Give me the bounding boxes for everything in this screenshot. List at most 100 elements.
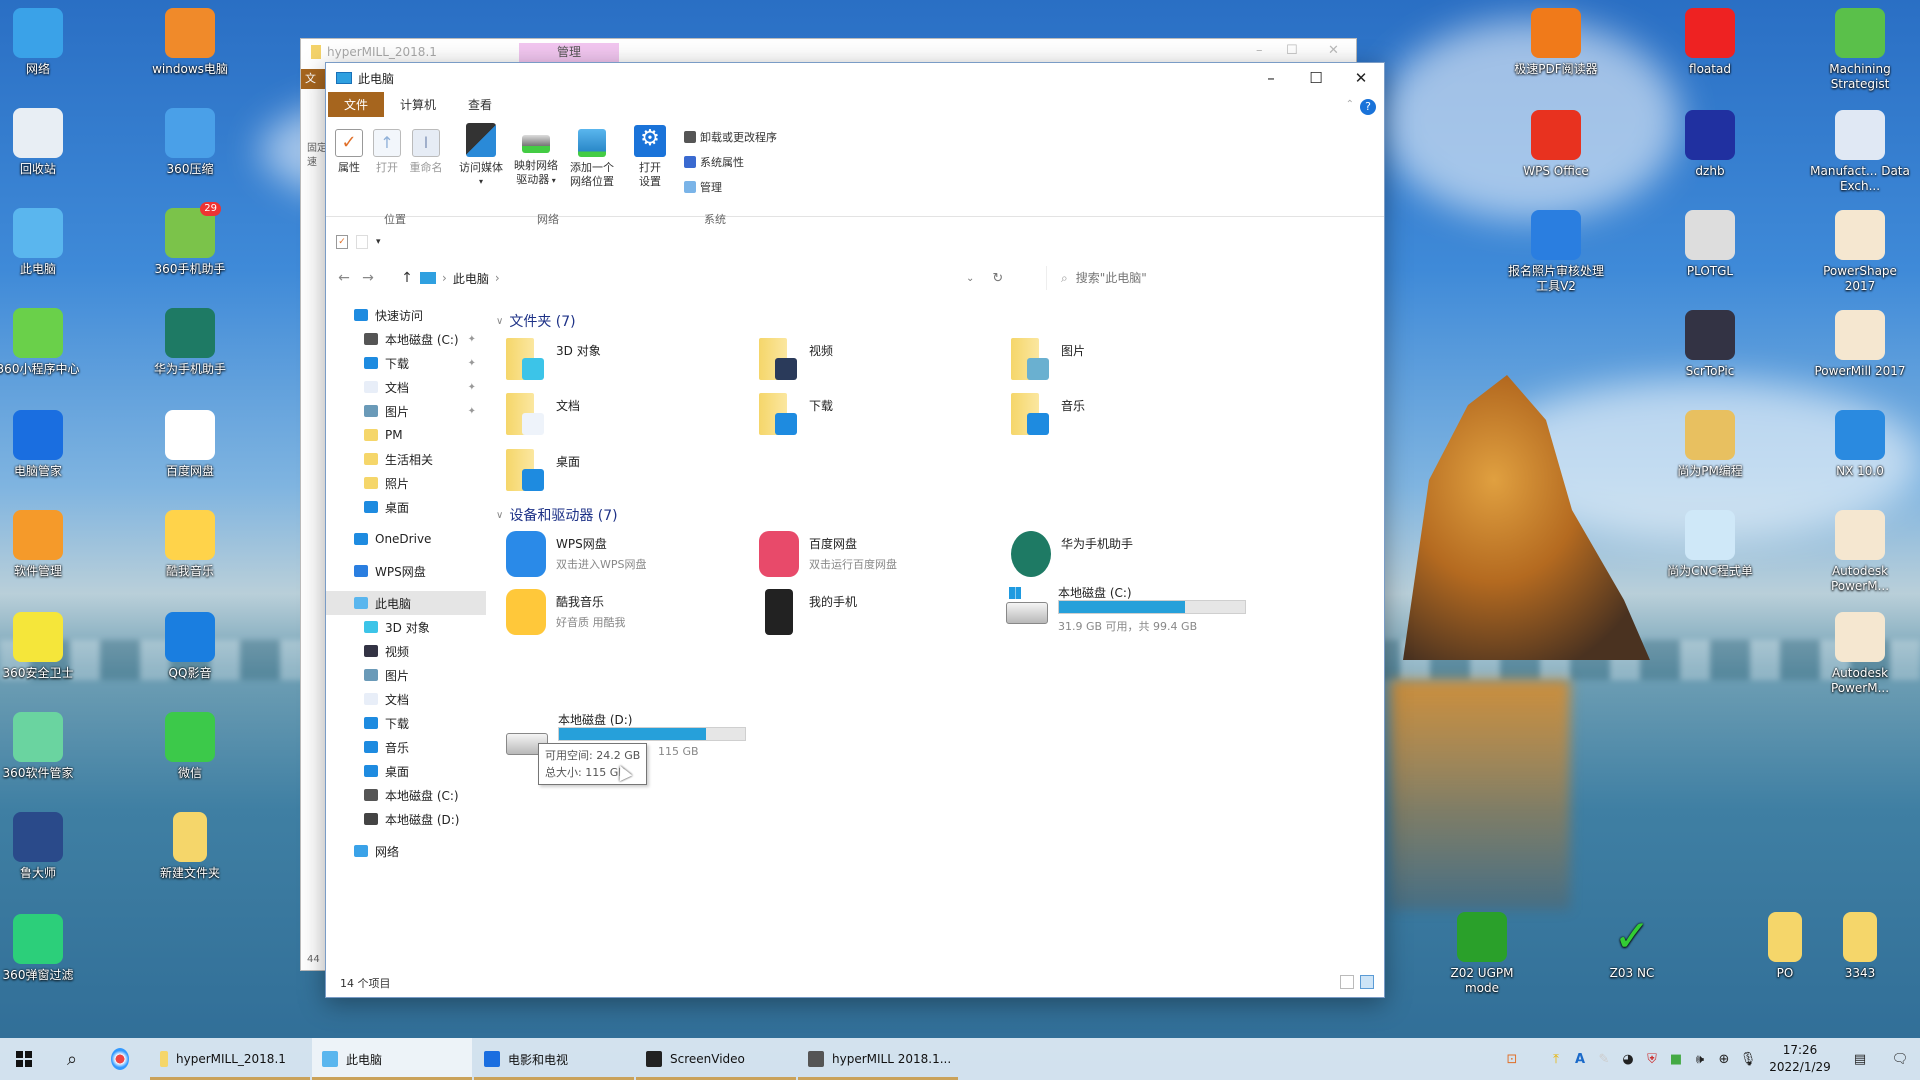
desktop-icon-right-0[interactable]: 极速PDF阅读器 [1506,8,1606,77]
device-tile[interactable]: 我的手机 [759,589,999,641]
window-titlebar[interactable]: 此电脑 – ☐ ✕ [326,63,1384,93]
desktop-icon-left-7[interactable]: 华为手机助手 [140,308,240,377]
pin-icon[interactable]: ✦ [468,382,476,393]
desktop-icon-left-12[interactable]: 360安全卫士 [0,612,88,681]
folder-tile[interactable]: 文档 [506,393,746,445]
uninstall-programs-button[interactable]: 卸载或更改程序 [684,129,777,145]
desktop-icon-left-4[interactable]: 此电脑 [0,208,88,277]
nav-pc-item[interactable]: 音乐 [326,735,486,759]
desktop-icon-right-10[interactable]: PowerMill 2017 [1810,310,1910,379]
notes-icon[interactable]: ▤ [1840,1052,1880,1067]
open-button[interactable]: ↑ 打开 [372,129,402,175]
manage-context-tab[interactable]: 管理 [519,43,619,62]
desktop-icon-right-12[interactable]: NX 10.0 [1810,410,1910,479]
desktop-icon-left-8[interactable]: 电脑管家 [0,410,88,479]
close-button[interactable]: ✕ [1346,69,1376,87]
open-settings-button[interactable]: ⚙ 打开 设置 [632,125,668,189]
nav-pc-item[interactable]: 下载 [326,711,486,735]
nav-pc-item[interactable]: 图片 [326,663,486,687]
tab-view[interactable]: 查看 [452,92,508,117]
desktop-icon-left-3[interactable]: 360压缩 [140,108,240,177]
tab-file[interactable]: 文件 [328,92,385,117]
steam-tray-icon[interactable]: ◕ [1616,1052,1640,1067]
nav-quick-item[interactable]: 照片 [326,471,486,495]
desktop-icon-right-9[interactable]: ScrToPic [1660,310,1760,379]
nav-pc-item[interactable]: 文档 [326,687,486,711]
nav-quick-item[interactable]: 文档 ✦ [326,375,486,399]
desktop-icon-left-18[interactable]: 360弹窗过滤 [0,914,88,983]
clock[interactable]: 17:26 2022/1/29 [1760,1042,1840,1076]
app-tray-icon[interactable]: ⊡ [1500,1052,1524,1067]
desktop-icon-left-2[interactable]: 回收站 [0,108,88,177]
nav-pc-item[interactable]: 本地磁盘 (C:) [326,783,486,807]
taskbar-app-button[interactable]: 电影和电视 [474,1038,634,1080]
taskbar-app-button[interactable]: hyperMILL_2018.1 [150,1038,310,1080]
devices-group-header[interactable]: ∨ 设备和驱动器 (7) [496,505,618,525]
details-view-button[interactable] [1340,975,1354,989]
nav-quick-access[interactable]: 快速访问 [326,303,486,327]
nav-wps-cloud[interactable]: WPS网盘 [326,559,486,583]
large-icons-view-button[interactable] [1360,975,1374,989]
desktop-icon-left-11[interactable]: 酷我音乐 [140,510,240,579]
device-tile[interactable]: 酷我音乐 好音质 用酷我 [506,589,746,641]
taskbar-app-button[interactable]: ScreenVideo [636,1038,796,1080]
desktop-icon-right-4[interactable]: dzhb [1660,110,1760,179]
maximize-button[interactable]: ☐ [1286,43,1298,58]
start-button[interactable] [0,1038,48,1080]
forward-button[interactable]: → [356,270,380,286]
taskbar-app-button[interactable]: 此电脑 [312,1038,472,1080]
desktop-icon-right-14[interactable]: Autodesk PowerM... [1810,510,1910,594]
nav-quick-item[interactable]: 本地磁盘 (C:) ✦ [326,327,486,351]
nav-this-pc[interactable]: 此电脑 [326,591,486,615]
search-button[interactable]: ⌕ [48,1038,96,1080]
desktop-icon-right-2[interactable]: Machining Strategist [1810,8,1910,92]
breadcrumb[interactable]: ↑ › 此电脑 › [400,270,500,287]
close-button[interactable]: ✕ [1328,43,1339,58]
device-tile[interactable]: WPS网盘 双击进入WPS网盘 [506,531,746,583]
desktop-icon-left-5[interactable]: 29 360手机助手 [140,202,240,277]
customize-toolbar-icon[interactable]: ▾ [376,237,381,247]
maximize-button[interactable]: ☐ [1301,69,1331,87]
desktop-icon-left-1[interactable]: windows电脑 [140,8,240,77]
desktop-icon-right-1[interactable]: floatad [1660,8,1760,77]
security-tray-icon[interactable]: ⛨ [1640,1052,1664,1067]
nav-pc-item[interactable]: 本地磁盘 (D:) [326,807,486,831]
desktop-icon-right-19[interactable]: 3343 [1810,912,1910,981]
manage-button[interactable]: 管理 [684,179,722,195]
desktop-icon-right-15[interactable]: Autodesk PowerM... [1810,612,1910,696]
taskbar-app-button[interactable]: hyperMILL 2018.1... [798,1038,958,1080]
folder-tile[interactable]: 图片 [1011,338,1251,390]
upload-tray-icon[interactable]: ⤒ [1544,1052,1568,1067]
properties-button[interactable]: ✓ 属性 [334,129,364,175]
desktop-icon-left-0[interactable]: 网络 [0,8,88,77]
search-box[interactable]: ⌕ [1046,266,1366,290]
nav-pc-item[interactable]: 3D 对象 [326,615,486,639]
folder-tile[interactable]: 桌面 [506,449,746,501]
history-dropdown-icon[interactable]: ⌄ [966,273,974,284]
folder-tile[interactable]: 视频 [759,338,999,390]
collapse-ribbon-icon[interactable]: ⌃ [1346,99,1354,110]
desktop-icon-right-16[interactable]: Z02 UGPM mode [1432,912,1532,996]
nav-quick-item[interactable]: PM [326,423,486,447]
device-tile[interactable]: 华为手机助手 [1011,531,1251,583]
desktop-icon-left-16[interactable]: 鲁大师 [0,812,88,881]
search-input[interactable] [1075,271,1336,285]
desktop-icon-right-11[interactable]: 尚为PM编程 [1660,410,1760,479]
nav-quick-item[interactable]: 下载 ✦ [326,351,486,375]
new-folder-icon[interactable] [356,235,368,249]
desktop-icon-right-8[interactable]: PowerShape 2017 [1810,210,1910,294]
properties-icon[interactable]: ✓ [336,235,348,249]
folder-tile[interactable]: 下载 [759,393,999,445]
folder-tile[interactable]: 音乐 [1011,393,1251,445]
action-center-icon[interactable]: 🗨 [1880,1052,1920,1067]
file-tab[interactable]: 文 [301,69,326,89]
autodesk-tray-icon[interactable]: A [1568,1052,1592,1067]
folders-group-header[interactable]: ∨ 文件夹 (7) [496,311,576,331]
desktop-icon-right-13[interactable]: 尚为CNC程式单 [1660,510,1760,579]
desktop-icon-right-17[interactable]: ✓ Z03 NC [1582,912,1682,981]
back-button[interactable]: ← [332,270,356,286]
pinned-app-button[interactable] [96,1038,144,1080]
desktop-icon-right-5[interactable]: Manufact... Data Exch... [1810,110,1910,194]
this-pc-window[interactable]: 此电脑 – ☐ ✕ 文件 计算机 查看 ⌃ ? ✓ 属性 ↑ 打开 I 重命名 … [325,62,1385,998]
nav-quick-item[interactable]: 图片 ✦ [326,399,486,423]
